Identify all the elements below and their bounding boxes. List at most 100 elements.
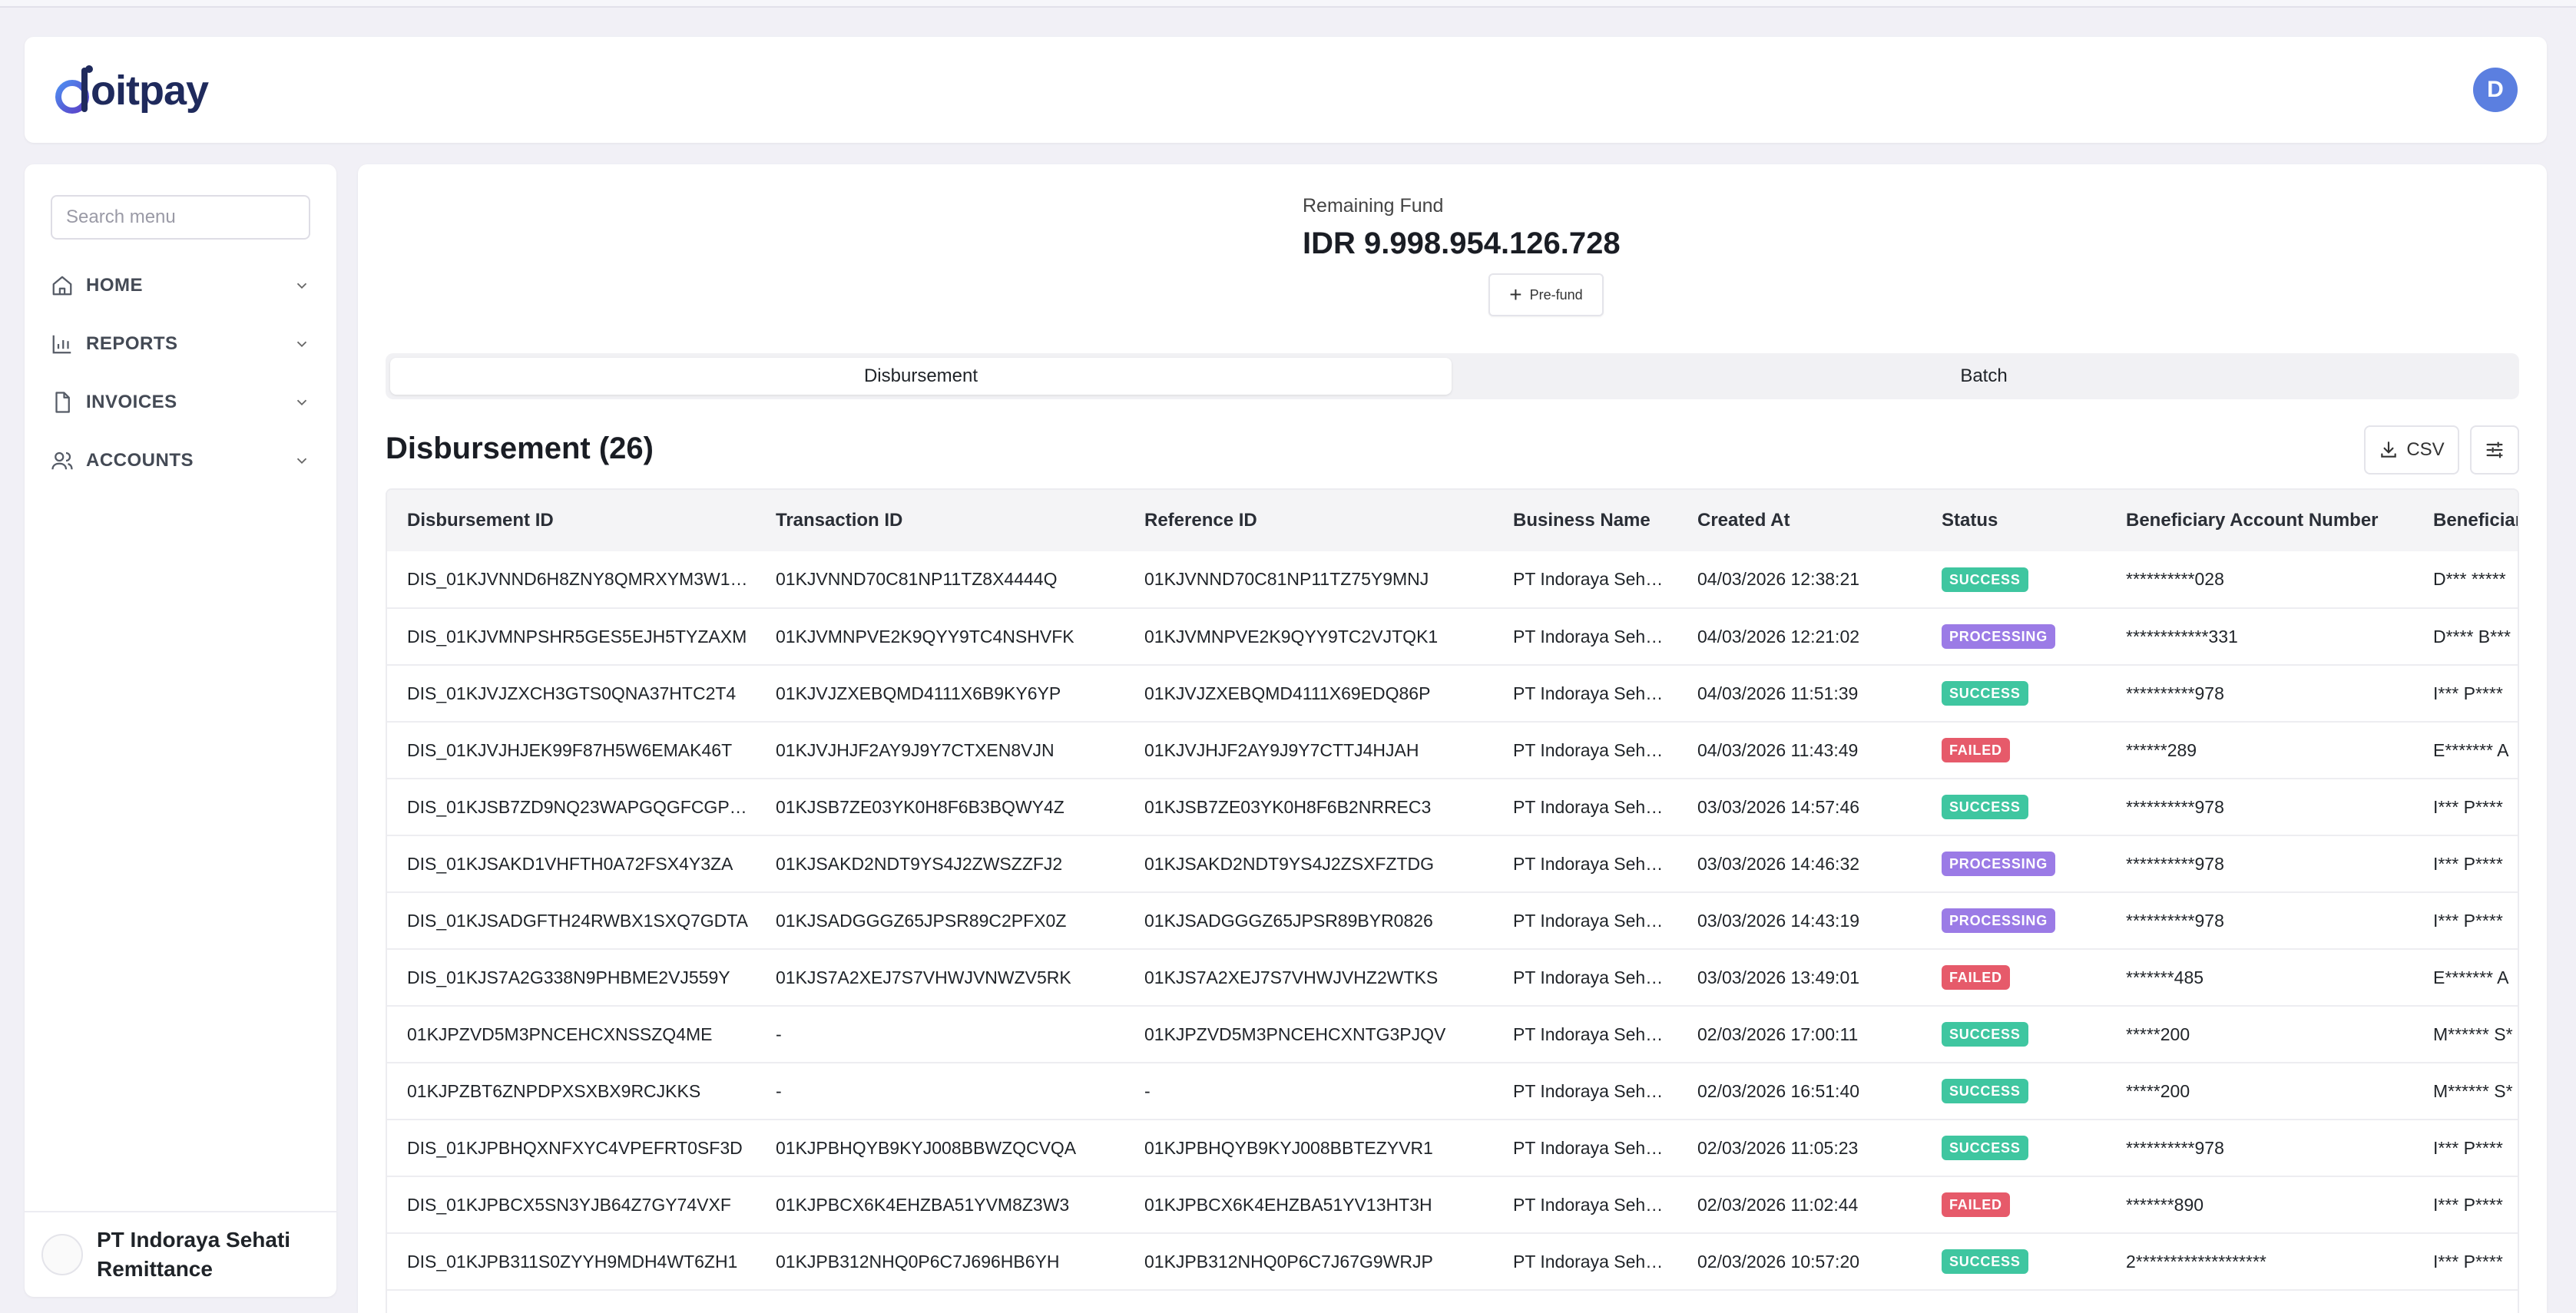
status-badge: SUCCESS [1942,1079,2028,1103]
view-tabs: Disbursement Batch [386,353,2519,399]
column-header[interactable]: Transaction ID [756,490,1124,551]
sidebar-item-accounts[interactable]: ACCOUNTS [49,432,310,490]
table-cell: 01KJVJZXEBQMD4111X6B9KY6YP [756,665,1124,723]
table-cell: M****** S* [2413,1006,2518,1063]
table-cell: 01KJVNND70C81NP11TZ75Y9MNJ [1124,551,1493,609]
sliders-icon [2486,442,2503,458]
table-cell: DIS_01KJVJZXCH3GTS0QNA37HTC2T4 [387,665,756,723]
table-cell: SUCCESS [1922,1120,2106,1177]
table-cell: 04/03/2026 12:21:02 [1677,608,1922,666]
remaining-fund-value: IDR 9.998.954.126.728 [1303,227,1621,260]
table-cell: 01KJS7A2XEJ7S7VHWJVHZ2WTKS [1124,949,1493,1007]
organization-switcher[interactable]: PT Indoraya Sehati Remittance [25,1211,336,1297]
table-row[interactable]: 01KJPZVD5M3PNCEHCXNSSZQ4ME -01KJPZVD5M3PN… [387,1006,2518,1063]
column-header[interactable]: Created At [1677,490,1922,551]
table-cell: PT Indoraya Sehati Remittance [1493,779,1677,836]
column-header[interactable]: Beneficiary Account Number [2106,490,2413,551]
table-cell: 04/03/2026 11:51:39 [1677,665,1922,723]
sidebar-item-reports[interactable]: REPORTS [49,315,310,373]
top-border [0,0,2576,8]
table-cell: 01KJPZVD5M3PNCEHCXNSSZQ4ME [387,1006,756,1063]
table-row[interactable]: DIS_01KJVJHJEK99F87H5W6EMAK46T 01KJVJHJF2… [387,722,2518,779]
table-cell: 02/03/2026 10:57:20 [1677,1233,1922,1291]
table-row[interactable]: DIS_01KJSB7ZD9NQ23WAPGQGFCGP14 01KJSB7ZE0… [387,779,2518,836]
column-header[interactable]: Business Name [1493,490,1677,551]
table-cell: DIS_01KJPB311S0ZYYH9MDH4WT6ZH1 [387,1233,756,1291]
tab-batch[interactable]: Batch [1453,358,2515,395]
table-cell: *****200 [2106,1006,2413,1063]
table-cell: I*** P**** [2413,665,2518,723]
status-badge: SUCCESS [1942,795,2028,819]
table-row[interactable]: DIS_01KJVNND6H8ZNY8QMRXYM3W1AH 01KJVNND70… [387,551,2518,609]
table-cell: 01KJPB312NHQ0P6C7J696HB6YH [756,1233,1124,1291]
table-cell: 01KJPBHQYB9KYJ008BBTEZYVR1 [1124,1120,1493,1177]
table-cell: 04/03/2026 11:43:49 [1677,722,1922,779]
table-row[interactable]: DIS_01KJS7A2G338N9PHBME2VJ559Y 01KJS7A2XE… [387,949,2518,1007]
chevron-down-icon [296,283,307,289]
table-cell: I*** P**** [2413,892,2518,950]
table-row[interactable]: DIS_01KJVJZXCH3GTS0QNA37HTC2T4 01KJVJZXEB… [387,665,2518,723]
table-row[interactable]: DIS_01KJPB311S0ZYYH9MDH4WT6ZH1 01KJPB312N… [387,1233,2518,1291]
column-header[interactable]: Beneficiary [2413,490,2518,551]
table-row[interactable]: DIS_01KJPBHQXNFXYC4VPEFRT0SF3D 01KJPBHQYB… [387,1120,2518,1177]
table-cell: I*** P**** [2413,779,2518,836]
table-cell: 01KJSADGGGZ65JPSR89C2PFX0Z [756,892,1124,950]
user-avatar[interactable]: D [2473,68,2518,112]
main-content: Remaining Fund IDR 9.998.954.126.728 + P… [358,164,2547,1313]
table-cell: PT Indoraya Sehati Remittance [1493,835,1677,893]
column-header[interactable]: Status [1922,490,2106,551]
search-menu-input[interactable] [51,195,310,240]
table-row[interactable]: DIS_01KJSAKD1VHFTH0A72FSX4Y3ZA 01KJSAKD2N… [387,835,2518,893]
table-cell: *****200 [2106,1063,2413,1120]
table-cell: 01KJPBCX6K4EHZBA51YV13HT3H [1124,1176,1493,1234]
prefund-button[interactable]: + Pre-fund [1488,273,1604,316]
table-cell: D*** ***** [2413,551,2518,609]
table-cell: SUCCESS [1922,1063,2106,1120]
table-cell: **********978 [2106,835,2413,893]
table-cell: E******* A [2413,722,2518,779]
table-cell: DIS_01KJSAKD1VHFTH0A72FSX4Y3ZA [387,835,756,893]
brand-logo[interactable]: oitpay [52,60,209,121]
tab-disbursement[interactable]: Disbursement [390,358,1452,395]
table-cell: PT Indoraya Sehati Remittance [1493,1063,1677,1120]
table-cell: PROCESSING [1922,608,2106,666]
table-cell: PT Indoraya Sehati Remittance [1493,551,1677,609]
table-cell: PT Indoraya Sehati Remittance [1493,1233,1677,1291]
table-cell: PROCESSING [1922,892,2106,950]
status-badge: SUCCESS [1942,1249,2028,1274]
column-settings-button[interactable] [2470,425,2519,475]
table-row[interactable]: DIS_01KJPBCX5SN3YJB64Z7GY74VXF 01KJPBCX6K… [387,1176,2518,1234]
table-cell: **********978 [2106,1120,2413,1177]
table-row[interactable]: DIS_01KJSADGFTH24RWBX1SXQ7GDTA 01KJSADGGG… [387,892,2518,950]
sidebar-nav: HOME REPORTS INVOICES ACCOUNTS [49,256,310,490]
table-cell: **********978 [2106,892,2413,950]
table-cell: 01KJVJHJF2AY9J9Y7CTXEN8VJN [756,722,1124,779]
status-badge: PROCESSING [1942,852,2056,876]
chevron-down-icon [296,458,307,465]
table-cell: 01KJVJZXEBQMD4111X69EDQ86P [1124,665,1493,723]
table-cell: *******890 [2106,1176,2413,1234]
table-cell: 03/03/2026 14:57:46 [1677,779,1922,836]
table-row[interactable]: 01KJPZBT6ZNPDPXSXBX9RCJKKS - - PT Indoraya … [387,1063,2518,1120]
table-row[interactable]: DIS_01KJVMNPSHR5GES5EJH5TYZAXM 01KJVMNPVE… [387,608,2518,666]
status-badge: FAILED [1942,1192,2010,1217]
sidebar-item-home[interactable]: HOME [49,256,310,315]
table-cell: 01KJS7A2XEJ7S7VHWJVNWZV5RK [756,949,1124,1007]
users-icon [49,448,75,474]
table-header-row: Disbursement ID Transaction ID Reference I… [387,490,2518,551]
table-cell: 03/03/2026 13:49:01 [1677,949,1922,1007]
status-badge: PROCESSING [1942,624,2056,649]
column-header[interactable]: Disbursement ID [387,490,756,551]
csv-label: CSV [2406,439,2445,460]
table-cell: ******289 [2106,722,2413,779]
table-cell: PROCESSING [1922,835,2106,893]
table-cell: I*** P**** [2413,835,2518,893]
table-cell: 01KJPZVD5M3PNCEHCXNTG3PJQV [1124,1006,1493,1063]
table-cell: 01KJSB7ZE03YK0H8F6B3BQWY4Z [756,779,1124,836]
column-header[interactable]: Reference ID [1124,490,1493,551]
sidebar-item-invoices[interactable]: INVOICES [49,373,310,432]
table-cell: DIS_01KJS7A2G338N9PHBME2VJ559Y [387,949,756,1007]
table-cell: FAILED [1922,722,2106,779]
table-cell: E******* A [2413,949,2518,1007]
csv-export-button[interactable]: CSV [2364,425,2459,475]
